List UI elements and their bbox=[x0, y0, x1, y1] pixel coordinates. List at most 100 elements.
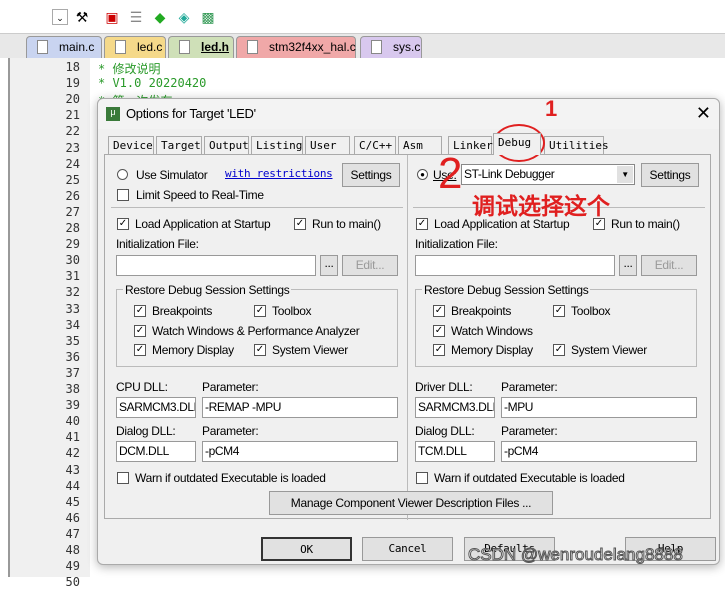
tab-output[interactable]: Output bbox=[204, 136, 249, 154]
line-number: 29 bbox=[65, 237, 80, 252]
file-icon bbox=[179, 40, 190, 54]
use-debugger-radio[interactable]: ● bbox=[417, 169, 428, 180]
ok-button[interactable]: OK bbox=[261, 537, 352, 561]
left-init-file-label: Initialization File: bbox=[116, 237, 199, 251]
right-warn-outdated-checkbox[interactable] bbox=[416, 472, 428, 484]
line-number: 43 bbox=[65, 462, 80, 477]
tab-utilities[interactable]: Utilities bbox=[544, 136, 609, 154]
file-tab[interactable]: led.c bbox=[104, 36, 166, 58]
right-dialog-param-input[interactable]: -pCM4 bbox=[501, 441, 697, 462]
cancel-button[interactable]: Cancel bbox=[362, 537, 453, 561]
manage-component-viewer-button[interactable]: Manage Component Viewer Description File… bbox=[269, 491, 553, 515]
line-number: 47 bbox=[65, 526, 80, 541]
left-dialog-param-input[interactable]: -pCM4 bbox=[202, 441, 398, 462]
line-number: 36 bbox=[65, 349, 80, 364]
line-number: 49 bbox=[65, 559, 80, 574]
left-init-file-input[interactable] bbox=[116, 255, 316, 276]
right-dll-input[interactable]: SARMCM3.DLL bbox=[415, 397, 495, 418]
right-watch-checkbox[interactable]: ✓ bbox=[433, 325, 445, 337]
debug-panel: Use Simulator with restrictions Settings… bbox=[104, 154, 711, 520]
line-number: 27 bbox=[65, 204, 80, 219]
options-target-icon[interactable]: ▣ bbox=[104, 9, 120, 25]
left-breakpoints-checkbox[interactable]: ✓ bbox=[134, 305, 146, 317]
line-number: 38 bbox=[65, 382, 80, 396]
tab-asm[interactable]: Asm bbox=[398, 136, 442, 154]
left-dialog-dll-input[interactable]: DCM.DLL bbox=[116, 441, 196, 462]
right-dll-param-input[interactable]: -MPU bbox=[501, 397, 697, 418]
close-icon[interactable]: ✕ bbox=[696, 103, 711, 124]
left-watch-label: Watch Windows & Performance Analyzer bbox=[152, 324, 360, 338]
annotation-number-1: 1 bbox=[545, 96, 558, 121]
file-tab[interactable]: main.c bbox=[26, 36, 102, 58]
right-memory-checkbox[interactable]: ✓ bbox=[433, 344, 445, 356]
select-packs-icon[interactable]: ◈ bbox=[176, 9, 192, 25]
file-tab-label: main.c bbox=[59, 40, 95, 54]
right-dialog-parameter-label: Parameter: bbox=[501, 424, 558, 438]
right-load-app-checkbox[interactable]: ✓ bbox=[416, 218, 428, 230]
use-simulator-label: Use Simulator bbox=[136, 168, 208, 182]
file-tab-label: led.h bbox=[201, 40, 230, 54]
left-warn-outdated-checkbox[interactable] bbox=[117, 472, 129, 484]
line-number: 30 bbox=[65, 253, 80, 268]
right-init-file-label: Initialization File: bbox=[415, 237, 498, 251]
left-browse-button[interactable]: ... bbox=[320, 255, 338, 276]
line-number: 28 bbox=[65, 221, 80, 235]
dropdown-icon[interactable]: ⌄ bbox=[52, 9, 68, 25]
file-tab-label: stm32f4xx_hal.c bbox=[269, 40, 356, 54]
tab-device[interactable]: Device bbox=[108, 136, 154, 154]
with-restrictions-link[interactable]: with restrictions bbox=[225, 167, 333, 180]
left-watch-checkbox[interactable]: ✓ bbox=[134, 325, 146, 337]
left-memory-checkbox[interactable]: ✓ bbox=[134, 344, 146, 356]
right-memory-label: Memory Display bbox=[451, 343, 533, 357]
right-dialog-dll-input[interactable]: TCM.DLL bbox=[415, 441, 495, 462]
left-edit-button: Edit... bbox=[342, 255, 398, 276]
file-tab[interactable]: led.h bbox=[168, 36, 234, 58]
left-load-app-checkbox[interactable]: ✓ bbox=[117, 218, 129, 230]
left-run-to-main-checkbox[interactable]: ✓ bbox=[294, 218, 306, 230]
left-toolbox-checkbox[interactable]: ✓ bbox=[254, 305, 266, 317]
line-number: 41 bbox=[65, 430, 80, 445]
left-dll-param-input[interactable]: -REMAP -MPU bbox=[202, 397, 398, 418]
use-simulator-radio[interactable] bbox=[117, 169, 128, 180]
code-line: * V1.0 20220420 bbox=[98, 76, 207, 91]
manage-project-icon[interactable]: ☰ bbox=[128, 9, 144, 25]
right-breakpoints-checkbox[interactable]: ✓ bbox=[433, 305, 445, 317]
tab-debug[interactable]: Debug bbox=[493, 133, 541, 155]
line-number: 21 bbox=[65, 108, 80, 123]
pack-installer-icon[interactable]: ◆ bbox=[152, 9, 168, 25]
file-tab[interactable]: sys.c bbox=[360, 36, 422, 58]
left-system-viewer-checkbox[interactable]: ✓ bbox=[254, 344, 266, 356]
left-warn-outdated-label: Warn if outdated Executable is loaded bbox=[135, 471, 326, 485]
line-number: 40 bbox=[65, 414, 80, 429]
tab-listing[interactable]: Listing bbox=[251, 136, 303, 154]
simulator-settings-button[interactable]: Settings bbox=[342, 163, 400, 187]
right-init-file-input[interactable] bbox=[415, 255, 615, 276]
dialog-title-bar: μ Options for Target 'LED' ✕ bbox=[98, 99, 719, 129]
keil-icon: μ bbox=[106, 107, 120, 121]
right-system-viewer-checkbox[interactable]: ✓ bbox=[553, 344, 565, 356]
chevron-down-icon[interactable]: ▼ bbox=[617, 166, 633, 183]
runtime-env-icon[interactable]: ▩ bbox=[200, 9, 216, 25]
line-number: 19 bbox=[65, 76, 80, 91]
tab-user[interactable]: User bbox=[305, 136, 350, 154]
line-number: 50 bbox=[65, 575, 80, 589]
line-number: 34 bbox=[65, 317, 80, 332]
wizard-icon[interactable]: ⚒ bbox=[74, 9, 90, 25]
file-tab[interactable]: stm32f4xx_hal.c bbox=[236, 36, 356, 58]
limit-speed-label: Limit Speed to Real-Time bbox=[136, 188, 264, 202]
debugger-value: ST-Link Debugger bbox=[464, 167, 555, 181]
left-dll-input[interactable]: SARMCM3.DLL bbox=[116, 397, 196, 418]
line-number: 26 bbox=[65, 188, 80, 203]
right-toolbox-label: Toolbox bbox=[571, 304, 611, 318]
right-toolbox-checkbox[interactable]: ✓ bbox=[553, 305, 565, 317]
left-toolbox-label: Toolbox bbox=[272, 304, 312, 318]
tab-target[interactable]: Target bbox=[156, 136, 202, 154]
tab-cc[interactable]: C/C++ bbox=[354, 136, 396, 154]
options-dialog: μ Options for Target 'LED' ✕ Device Targe… bbox=[97, 98, 720, 565]
line-number: 31 bbox=[65, 269, 80, 284]
limit-speed-checkbox[interactable] bbox=[117, 189, 129, 201]
debugger-select[interactable]: ST-Link Debugger ▼ bbox=[461, 164, 635, 185]
debugger-settings-button[interactable]: Settings bbox=[641, 163, 699, 187]
left-memory-label: Memory Display bbox=[152, 343, 234, 357]
right-browse-button[interactable]: ... bbox=[619, 255, 637, 276]
